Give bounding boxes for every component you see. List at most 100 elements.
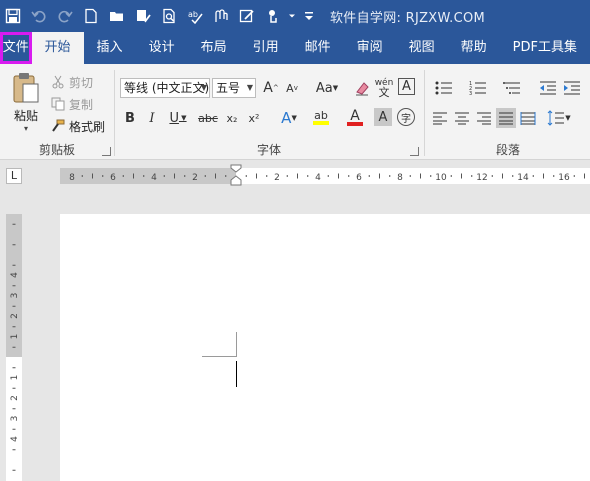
clear-formatting-icon[interactable] — [352, 78, 372, 98]
subscript-button[interactable]: x₂ — [222, 108, 242, 128]
group-divider — [114, 70, 115, 156]
spelling-icon[interactable]: ab — [182, 0, 208, 32]
character-shading-button[interactable]: A — [374, 108, 392, 126]
tab-layout[interactable]: 布局 — [188, 32, 240, 64]
svg-text:3: 3 — [469, 91, 472, 96]
font-size-value: 五号 — [216, 81, 241, 95]
line-spacing-button[interactable]: ▼ — [544, 108, 574, 128]
bullets-button[interactable] — [430, 78, 458, 98]
tab-insert[interactable]: 插入 — [84, 32, 136, 64]
line-spacing-icon — [547, 110, 565, 126]
paintbrush-icon — [50, 118, 66, 134]
indent-marker-icon[interactable] — [230, 164, 242, 186]
change-case-button[interactable]: Aa ▼ — [312, 78, 342, 98]
underline-button[interactable]: U ▼ — [164, 108, 192, 128]
font-size-combo[interactable]: 五号 ▼ — [212, 78, 256, 98]
italic-icon: I — [149, 110, 155, 126]
copy-button[interactable]: 复制 — [50, 94, 93, 114]
ruler-number: 2 — [192, 173, 198, 183]
font-color-button[interactable]: A — [340, 108, 370, 128]
tab-home[interactable]: 开始 — [31, 32, 84, 64]
horizontal-ruler[interactable]: 8 6 4 2 2 4 6 8 10 12 14 16 — [60, 164, 590, 186]
align-left-icon — [433, 112, 447, 125]
clipboard-launcher-icon[interactable] — [102, 147, 111, 156]
strikethrough-button[interactable]: abc — [196, 108, 220, 128]
phonetic-guide-button[interactable]: wén 文 — [374, 78, 394, 99]
touch-mode-icon[interactable] — [260, 0, 286, 32]
tab-selector[interactable]: L — [6, 168, 22, 184]
italic-button[interactable]: I — [142, 108, 162, 128]
bold-button[interactable]: B — [120, 108, 140, 128]
shrink-font-icon: A — [286, 81, 294, 95]
highlight-color-bar — [313, 121, 329, 125]
text-effects-button[interactable]: A ▼ — [274, 108, 304, 128]
font-color-icon: A — [350, 108, 360, 124]
ruler-number: 8 — [397, 173, 403, 183]
quick-access-toolbar: ab — [0, 0, 320, 32]
new-document-icon[interactable] — [78, 0, 104, 32]
format-painter-button[interactable]: 格式刷 — [50, 116, 105, 136]
font-launcher-icon[interactable] — [410, 147, 419, 156]
ruler-number: 4 — [151, 173, 157, 183]
bullets-icon — [435, 81, 452, 95]
ruler-number: 3 — [10, 293, 20, 299]
underline-icon: U — [169, 110, 179, 126]
cut-button[interactable]: 剪切 — [50, 72, 93, 92]
increase-indent-button[interactable] — [562, 78, 582, 98]
align-right-button[interactable] — [474, 108, 494, 128]
clipboard-group-label: 剪贴板 — [38, 143, 75, 157]
character-border-button[interactable]: A — [398, 78, 415, 95]
customize-dropdown-icon[interactable] — [298, 0, 320, 32]
superscript-icon: x² — [248, 111, 260, 125]
distributed-icon — [520, 112, 536, 125]
margin-crop-mark — [236, 332, 237, 357]
undo-icon[interactable] — [26, 0, 52, 32]
enclose-characters-button[interactable]: 字 — [397, 108, 415, 126]
open-folder-icon[interactable] — [104, 0, 130, 32]
redo-icon[interactable] — [52, 0, 78, 32]
shrink-font-button[interactable]: Av — [282, 78, 302, 98]
font-group: 等线 (中文正文) ▼ 五号 ▼ A ^ Av Aa ▼ wén 文 A B I U … — [116, 64, 422, 160]
document-page[interactable] — [60, 214, 590, 481]
multilevel-list-button[interactable] — [498, 78, 526, 98]
tab-pdf-tools[interactable]: PDF工具集 — [500, 32, 590, 64]
align-center-icon — [455, 112, 469, 125]
group-divider — [424, 70, 425, 156]
grow-font-button[interactable]: A ^ — [261, 78, 281, 98]
format-painter-label: 格式刷 — [69, 119, 106, 134]
distributed-button[interactable] — [518, 108, 538, 128]
edit-doc-icon[interactable] — [234, 0, 260, 32]
tab-mailings[interactable]: 邮件 — [292, 32, 344, 64]
ruler-number: 1 — [10, 334, 20, 340]
align-center-button[interactable] — [452, 108, 472, 128]
tab-file[interactable]: 文件 — [0, 32, 32, 64]
paste-button[interactable]: 粘贴 ▾ — [8, 72, 44, 133]
tab-design[interactable]: 设计 — [136, 32, 188, 64]
tab-view[interactable]: 视图 — [396, 32, 448, 64]
attach-icon[interactable] — [208, 0, 234, 32]
tab-help[interactable]: 帮助 — [448, 32, 500, 64]
chevron-down-icon[interactable] — [286, 0, 298, 32]
tab-references[interactable]: 引用 — [240, 32, 292, 64]
copy-icon — [50, 96, 66, 112]
font-name-combo[interactable]: 等线 (中文正文) ▼ — [120, 78, 210, 98]
align-left-button[interactable] — [430, 108, 450, 128]
decrease-indent-button[interactable] — [538, 78, 558, 98]
highlight-button[interactable]: ab — [306, 108, 336, 128]
ruler-number: 12 — [476, 173, 487, 183]
save-icon[interactable] — [0, 0, 26, 32]
tab-review[interactable]: 审阅 — [344, 32, 396, 64]
numbering-button[interactable]: 123 — [464, 78, 492, 98]
decrease-indent-icon — [540, 81, 556, 95]
window-title: 软件自学网: RJZXW.COM — [330, 10, 486, 26]
copy-label: 复制 — [69, 97, 94, 112]
character-shading-label: A — [378, 109, 388, 125]
vertical-ruler[interactable]: 4 3 2 1 1 2 3 4 — [6, 214, 22, 481]
justify-button[interactable] — [496, 108, 516, 128]
accessibility-check-icon[interactable] — [130, 0, 156, 32]
print-preview-icon[interactable] — [156, 0, 182, 32]
ruler-number: 4 — [10, 272, 20, 278]
increase-indent-icon — [564, 81, 580, 95]
superscript-button[interactable]: x² — [244, 108, 264, 128]
ruler-number: 16 — [558, 173, 570, 183]
